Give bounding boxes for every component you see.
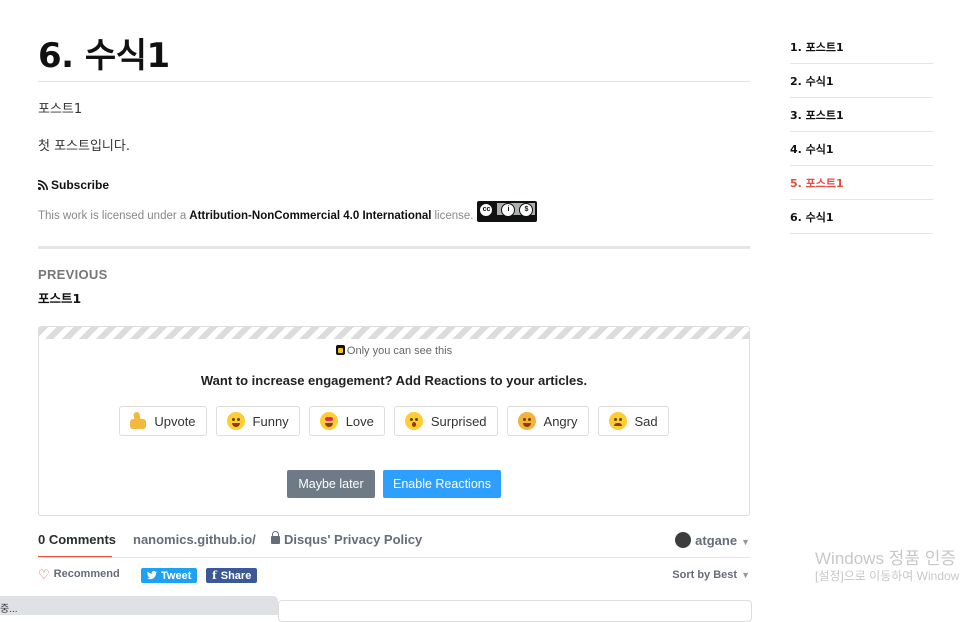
tab-community[interactable]: nanomics.github.io/ [133,532,256,547]
lock-icon [271,531,280,544]
laughing-face-icon [226,412,245,430]
sad-face-icon [608,412,627,430]
avatar [675,532,692,548]
striped-banner [39,327,749,339]
heart-eyes-icon [319,412,338,430]
reaction-label: Sad [634,413,658,429]
only-you-text: Only you can see this [346,345,453,357]
windows-activation-hint: [설정]으로 이동하여 Window [815,569,960,583]
section-divider [38,246,750,249]
by-icon: i [501,202,516,217]
reaction-list: Upvote Funny Love Surprised Angry Sad [39,406,749,436]
toc-label: 5. 포스트1 [790,177,844,190]
cc-icon: cc [479,202,494,217]
reaction-angry-button[interactable]: Angry [506,406,589,436]
previous-post-link[interactable]: 포스트1 [38,288,81,307]
share-button[interactable]: f Share [206,568,258,583]
reaction-sad-button[interactable]: Sad [597,406,669,436]
user-menu[interactable]: atgane ▼ [675,532,750,548]
post-title: 6. 수식1 [38,36,170,76]
reaction-label: Upvote [154,413,196,429]
windows-activation-watermark: Windows 정품 인증 [815,549,956,568]
comment-input[interactable] [278,600,752,622]
reaction-surprised-button[interactable]: Surprised [393,406,498,436]
twitter-icon [147,571,157,580]
toc-item[interactable]: 1. 포스트1 [790,30,933,64]
reactions-prompt: Want to increase engagement? Add Reactio… [200,373,588,388]
sort-label: Sort by Best [672,569,738,581]
disqus-nav: 0 Comments nanomics.github.io/ Disqus' P… [38,531,750,558]
nc-icon: $ [519,202,534,217]
subscribe-label: Subscribe [51,178,110,192]
toc-label: 6. 수식1 [790,211,834,224]
license-notice: This work is licensed under a Attributio… [38,200,538,222]
reaction-love-button[interactable]: Love [308,406,385,436]
chevron-down-icon: ▼ [741,537,750,547]
reaction-label: Surprised [430,413,487,429]
tab-comments[interactable]: 0 Comments [38,532,116,547]
toc-item[interactable]: 6. 수식1 [790,200,933,234]
privacy-label: Disqus' Privacy Policy [284,532,423,547]
toc-label: 1. 포스트1 [790,41,844,54]
username: atgane [695,533,738,548]
post-paragraph: 포스트1 [38,102,83,117]
license-link[interactable]: Attribution-NonCommercial 4.0 Internatio… [189,210,431,222]
surprised-face-icon [404,412,423,430]
lock-icon [335,345,345,355]
reaction-upvote-button[interactable]: Upvote [119,406,207,436]
maybe-later-button[interactable]: Maybe later [287,470,375,498]
previous-label: PREVIOUS [38,267,108,282]
reaction-label: Funny [252,413,289,429]
heart-icon: ♡ [38,566,50,582]
privacy-policy-link[interactable]: Disqus' Privacy Policy [271,531,423,547]
chevron-down-icon: ▼ [741,570,750,580]
reaction-funny-button[interactable]: Funny [215,406,300,436]
toc-label: 4. 수식1 [790,143,834,156]
toc-item-active[interactable]: 5. 포스트1 [790,166,933,200]
recommend-label: Recommend [53,568,120,580]
only-you-notice: Only you can see this [39,345,749,357]
disqus-actions: ♡ Recommend Tweet f Share Sort by Best ▼ [38,567,750,585]
license-prefix: This work is licensed under a [38,210,187,222]
disqus-divider [38,557,750,558]
status-text: 중... [0,604,18,615]
toc-sidebar: 1. 포스트1 2. 수식1 3. 포스트1 4. 수식1 5. 포스트1 6.… [790,30,933,234]
toc-item[interactable]: 4. 수식1 [790,132,933,166]
toc-label: 2. 수식1 [790,75,834,88]
reactions-promo: Only you can see this Want to increase e… [38,326,750,516]
angry-face-icon [517,412,536,430]
recommend-button[interactable]: ♡ Recommend [38,566,120,582]
toc-label: 3. 포스트1 [790,109,844,122]
browser-status-bar: 중... [0,596,278,615]
facebook-icon: f [212,569,217,582]
cc-license-badge[interactable]: cc i $ [477,200,538,222]
rss-icon [38,180,48,190]
reaction-label: Angry [543,413,578,429]
subscribe-link[interactable]: Subscribe [38,178,109,192]
sort-dropdown[interactable]: Sort by Best ▼ [672,569,750,581]
title-divider [38,81,750,82]
post-paragraph: 첫 포스트입니다. [38,139,130,154]
toc-item[interactable]: 3. 포스트1 [790,98,933,132]
tweet-label: Tweet [161,569,192,582]
license-suffix: license. [434,210,474,222]
thumbs-up-icon [130,411,147,430]
share-label: Share [220,569,252,582]
reaction-label: Love [345,413,374,429]
tweet-button[interactable]: Tweet [141,568,198,583]
toc-item[interactable]: 2. 수식1 [790,64,933,98]
enable-reactions-button[interactable]: Enable Reactions [383,470,501,498]
